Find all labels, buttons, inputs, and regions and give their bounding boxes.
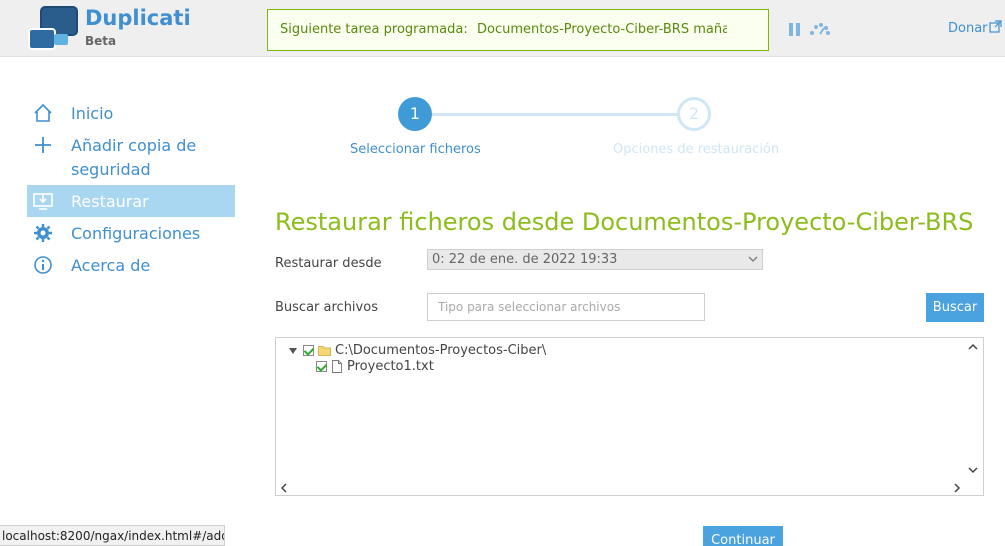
sidebar-item-label: Añadir copia de seguridad [71, 136, 197, 179]
scroll-down-icon[interactable] [967, 464, 979, 476]
tree-checkbox[interactable] [316, 361, 327, 372]
sidebar-item-add-backup[interactable]: Añadir copia de seguridad [27, 129, 235, 181]
throttle-icon[interactable] [808, 22, 832, 36]
continue-button[interactable]: Continuar [703, 526, 783, 546]
step-1-circle[interactable]: 1 [398, 97, 432, 131]
scroll-left-icon[interactable] [278, 482, 290, 494]
gear-icon [34, 224, 52, 242]
external-link-icon[interactable] [989, 20, 1002, 33]
step-1-label[interactable]: Seleccionar ficheros [350, 142, 481, 157]
donate-link[interactable]: Donar [948, 21, 988, 36]
schedule-value[interactable]: Documentos-Proyecto-Ciber-BRS mañana [477, 22, 727, 37]
restore-from-value: 0: 22 de ene. de 2022 19:33 [432, 252, 618, 267]
folder-icon [318, 346, 331, 356]
plus-icon [35, 137, 51, 153]
top-header: Duplicati Beta Siguiente tarea programad… [0, 0, 1005, 57]
file-icon [332, 360, 342, 373]
search-files-input[interactable] [427, 293, 705, 321]
schedule-label: Siguiente tarea programada: [280, 22, 468, 37]
step-2-circle[interactable]: 2 [677, 97, 711, 131]
search-button[interactable]: Buscar [926, 293, 984, 322]
expand-arrow-icon[interactable] [288, 346, 298, 356]
sidebar-item-label: Configuraciones [71, 224, 201, 243]
pause-icon[interactable] [789, 23, 801, 36]
info-icon [34, 256, 52, 274]
tree-label[interactable]: Proyecto1.txt [347, 359, 434, 374]
chevron-down-icon [748, 256, 758, 262]
sidebar-item-restore[interactable]: Restaurar [27, 185, 235, 217]
step-2-label[interactable]: Opciones de restauración [613, 142, 779, 157]
scroll-up-icon[interactable] [967, 341, 979, 353]
duplicati-logo[interactable] [28, 6, 80, 52]
search-files-label: Buscar archivos [275, 300, 378, 315]
scroll-right-icon[interactable] [951, 482, 963, 494]
home-icon [34, 103, 52, 122]
browser-status-url: localhost:8200/ngax/index.html#/addstart [0, 525, 225, 546]
tree-row-file[interactable]: Proyecto1.txt [316, 359, 616, 375]
tree-checkbox[interactable] [303, 345, 314, 356]
page-title: Restaurar ficheros desde Documentos-Proy… [275, 208, 974, 236]
restore-from-label: Restaurar desde [275, 256, 382, 271]
sidebar-item-settings[interactable]: Configuraciones [27, 217, 235, 249]
sidebar-item-home[interactable]: Inicio [27, 97, 235, 129]
restore-from-select[interactable]: 0: 22 de ene. de 2022 19:33 [427, 249, 763, 270]
file-tree[interactable]: C:\Documentos-Proyectos-Ciber\ Proyecto1… [275, 337, 984, 496]
app-subtitle: Beta [85, 34, 117, 48]
tree-label[interactable]: C:\Documentos-Proyectos-Ciber\ [335, 343, 546, 358]
next-scheduled-task-box: Siguiente tarea programada: Documentos-P… [267, 9, 769, 51]
restore-icon [33, 193, 53, 210]
sidebar-item-label: Restaurar [71, 192, 149, 211]
step-connector [415, 113, 695, 116]
sidebar-item-about[interactable]: Acerca de [27, 249, 235, 281]
sidebar-item-label: Inicio [71, 104, 114, 123]
sidebar-item-label: Acerca de [71, 256, 151, 275]
app-name[interactable]: Duplicati [85, 6, 191, 30]
tree-row-folder[interactable]: C:\Documentos-Proyectos-Ciber\ [288, 343, 688, 359]
